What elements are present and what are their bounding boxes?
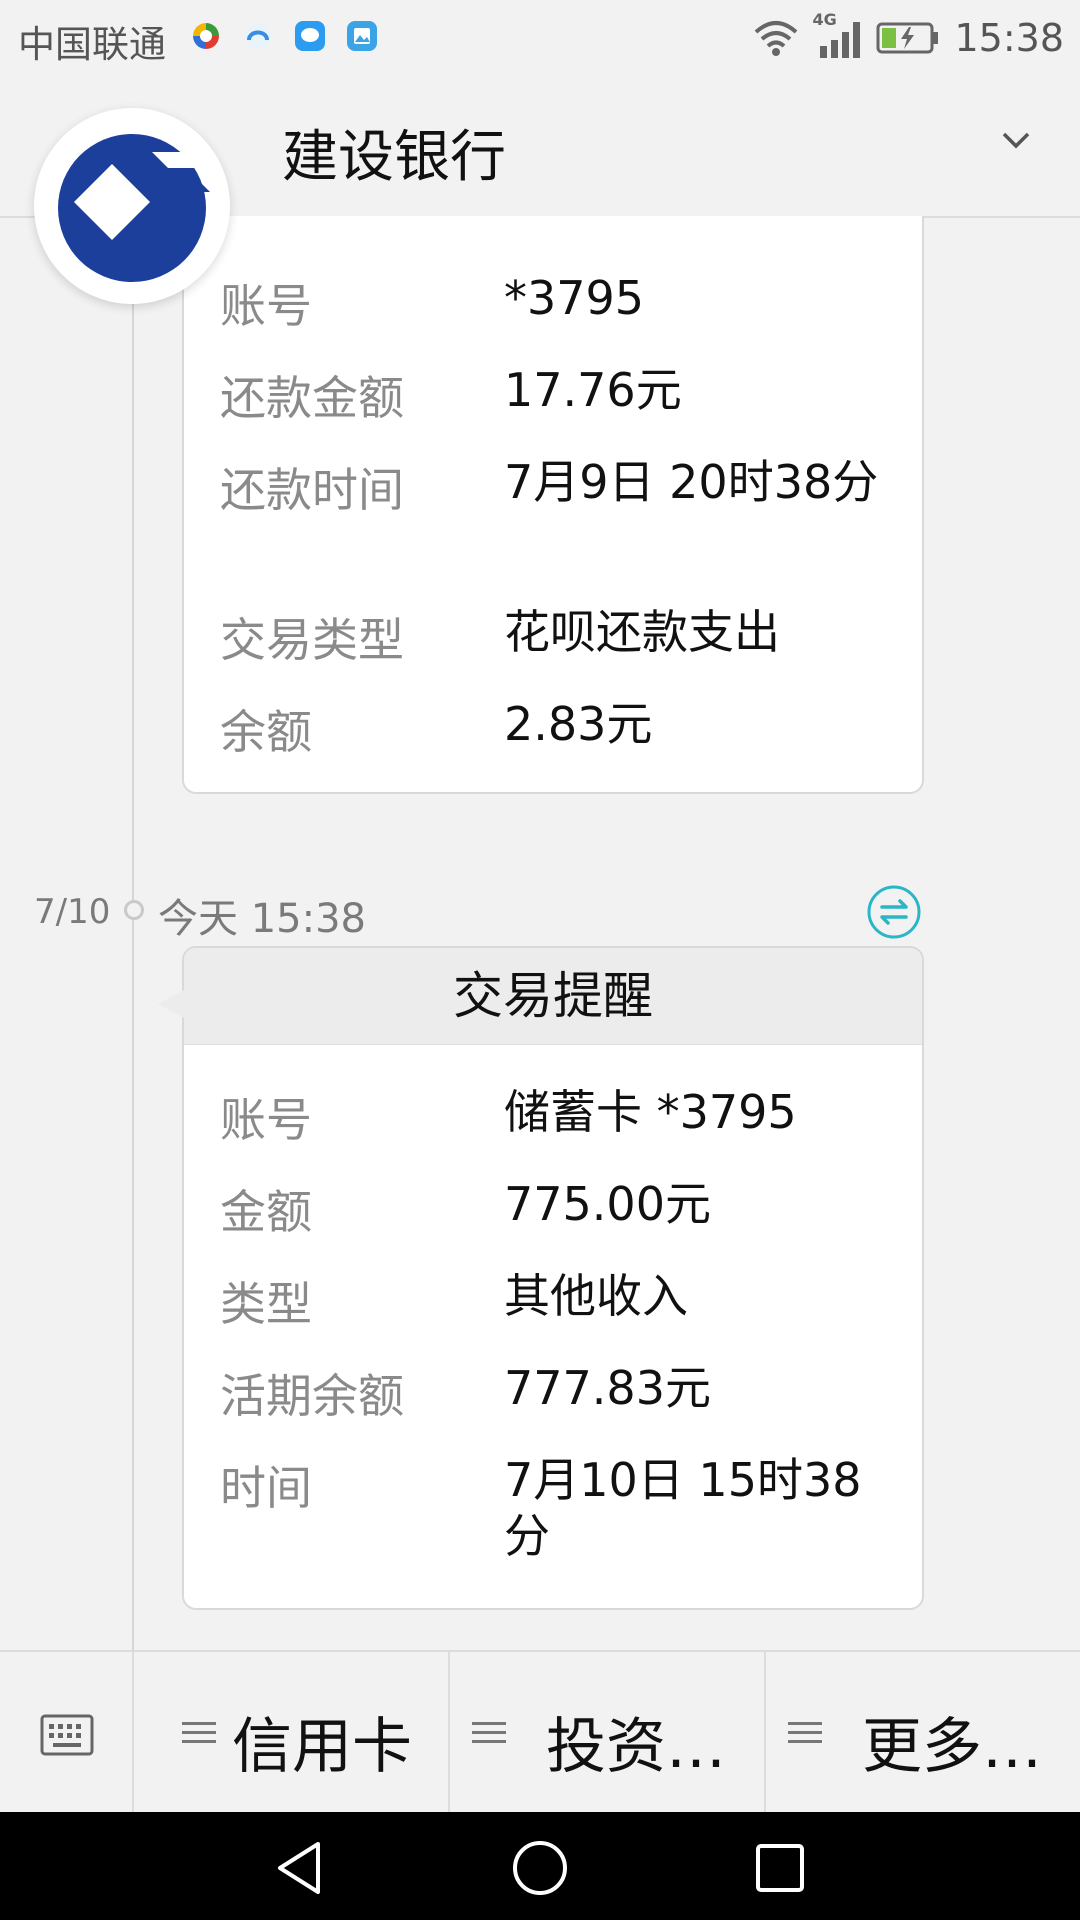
row-value: 2.83元: [504, 697, 653, 751]
navigation-bar: [0, 1812, 1080, 1920]
home-icon[interactable]: [510, 1838, 570, 1898]
recents-icon[interactable]: [750, 1838, 810, 1898]
menu-icon: [472, 1722, 506, 1743]
wifi-icon: [755, 21, 798, 56]
menu-label: 更多…: [862, 1712, 1042, 1782]
row-value: 其他收入: [504, 1269, 688, 1323]
row-value: 17.76元: [504, 363, 682, 417]
row-label: 类型: [220, 1277, 312, 1331]
keyboard-toggle-button[interactable]: [0, 1652, 134, 1814]
row-label: 金额: [220, 1185, 312, 1239]
previous-message-card[interactable]: 账号 *3795 还款金额 17.76元 还款时间 7月9日 20时38分 交易…: [182, 216, 924, 794]
message-time: 今天 15:38: [158, 896, 366, 942]
ccb-logo-icon: [58, 134, 210, 282]
carrier-name: 中国联通: [18, 23, 166, 66]
battery-charging-icon: [876, 22, 939, 54]
bottom-menu-bar: 信用卡 投资… 更多…: [0, 1650, 1080, 1814]
row-value: 7月10日 15时38分: [504, 1453, 862, 1563]
card-title: 交易提醒: [184, 948, 922, 1045]
status-bar: 中国联通 4G 15:38: [0, 0, 1080, 76]
row-label: 还款时间: [220, 463, 404, 517]
row-label: 活期余额: [220, 1369, 404, 1423]
chevron-down-icon[interactable]: [994, 118, 1038, 162]
row-label: 交易类型: [220, 613, 404, 667]
row-label: 余额: [220, 705, 312, 759]
row-value: 储蓄卡 *3795: [504, 1085, 797, 1139]
timeline-dot: [124, 900, 144, 920]
app-icon-2: [245, 23, 271, 49]
message-app-icon: [295, 21, 325, 51]
row-value: *3795: [504, 271, 645, 325]
menu-more[interactable]: 更多…: [766, 1652, 1080, 1814]
gallery-app-icon: [347, 21, 377, 51]
keyboard-icon: [40, 1714, 94, 1756]
row-value: 7月9日 20时38分: [504, 455, 879, 509]
menu-credit-card[interactable]: 信用卡: [134, 1652, 450, 1814]
clock: 15:38: [954, 16, 1064, 60]
status-indicators: 4G 15:38: [754, 10, 1064, 66]
timeline-line: [132, 216, 134, 1650]
signal-icon: 4G: [812, 10, 862, 60]
menu-icon: [788, 1722, 822, 1743]
app-icon-1: [193, 23, 219, 49]
transaction-card[interactable]: 交易提醒 账号 储蓄卡 *3795 金额 775.00元 类型 其他收入 活期余…: [182, 946, 924, 1610]
menu-investment[interactable]: 投资…: [450, 1652, 766, 1814]
bubble-tail: [158, 990, 184, 1018]
notification-icons: [190, 20, 378, 52]
menu-icon: [182, 1722, 216, 1743]
row-value: 775.00元: [504, 1177, 711, 1231]
row-value: 777.83元: [504, 1361, 711, 1415]
row-label: 还款金额: [220, 371, 404, 425]
row-value: 花呗还款支出: [504, 605, 780, 659]
menu-label: 投资…: [546, 1712, 726, 1782]
sender-avatar[interactable]: [34, 108, 230, 304]
back-icon[interactable]: [270, 1838, 330, 1898]
message-date: 7/10: [34, 892, 111, 932]
conversation-title: 建设银行: [282, 125, 506, 190]
row-label: 账号: [220, 1093, 312, 1147]
menu-label: 信用卡: [232, 1712, 412, 1782]
row-label: 账号: [220, 279, 312, 333]
row-label: 时间: [220, 1461, 312, 1515]
swap-icon[interactable]: [866, 884, 922, 940]
